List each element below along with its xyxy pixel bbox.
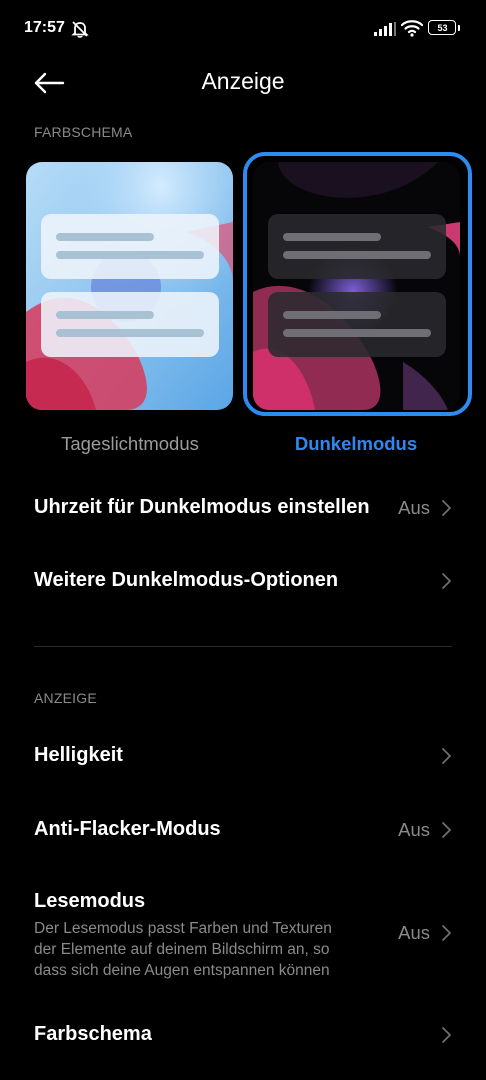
more-dark-mode-options-row[interactable]: Weitere Dunkelmodus-Optionen xyxy=(0,544,486,618)
chevron-right-icon xyxy=(442,925,451,941)
brightness-title: Helligkeit xyxy=(34,744,123,766)
chevron-right-icon xyxy=(442,748,451,764)
light-mode-card[interactable] xyxy=(26,162,233,410)
brightness-row[interactable]: Helligkeit xyxy=(0,718,486,792)
header: Anzeige xyxy=(0,60,486,105)
dark-mode-label[interactable]: Dunkelmodus xyxy=(236,433,476,455)
page-title: Anzeige xyxy=(201,68,285,94)
signal-icon xyxy=(374,22,396,36)
notifications-muted-icon xyxy=(71,21,89,38)
dark-mode-card[interactable] xyxy=(253,162,460,410)
dark-mode-preview xyxy=(253,162,460,410)
reading-mode-description: Der Lesemodus passt Farben und Texturen … xyxy=(34,918,374,981)
reading-mode-title: Lesemodus xyxy=(34,890,146,912)
light-mode-preview xyxy=(26,162,233,410)
color-scheme-row[interactable]: Farbschema xyxy=(0,998,486,1072)
anti-flicker-value: Aus xyxy=(398,819,430,840)
chevron-right-icon xyxy=(442,573,451,589)
reading-mode-description-line: dass sich deine Augen entspannen können xyxy=(34,962,330,979)
display-section-label: ANZEIGE xyxy=(34,690,97,706)
battery-icon: 53 xyxy=(428,20,461,37)
anti-flicker-title: Anti-Flacker-Modus xyxy=(34,818,221,840)
anti-flicker-row[interactable]: Anti-Flacker-Modus Aus xyxy=(0,792,486,866)
chevron-right-icon xyxy=(442,1027,451,1043)
more-dark-mode-options-title: Weitere Dunkelmodus-Optionen xyxy=(34,569,339,591)
battery-level: 53 xyxy=(437,23,448,33)
color-scheme-section-label: FARBSCHEMA xyxy=(34,124,133,140)
chevron-right-icon xyxy=(442,500,451,516)
color-scheme-title: Farbschema xyxy=(34,1023,152,1045)
dark-mode-schedule-value: Aus xyxy=(398,497,430,518)
dark-mode-schedule-row[interactable]: Uhrzeit für Dunkelmodus einstellen Aus xyxy=(0,470,486,544)
reading-mode-value: Aus xyxy=(398,922,430,943)
dark-mode-schedule-title: Uhrzeit für Dunkelmodus einstellen xyxy=(34,496,370,518)
reading-mode-description-line: der Elemente auf deinem Bildschirm an, s… xyxy=(34,941,330,958)
status-time: 17:57 xyxy=(24,19,65,36)
wifi-icon xyxy=(401,20,423,37)
chevron-right-icon xyxy=(442,822,451,838)
status-bar: 17:57 53 xyxy=(0,0,486,60)
reading-mode-row[interactable]: Lesemodus Der Lesemodus passt Farben und… xyxy=(0,866,486,996)
reading-mode-description-line: Der Lesemodus passt Farben und Texturen xyxy=(34,920,332,937)
light-mode-label[interactable]: Tageslichtmodus xyxy=(10,433,250,455)
section-divider xyxy=(34,646,452,647)
